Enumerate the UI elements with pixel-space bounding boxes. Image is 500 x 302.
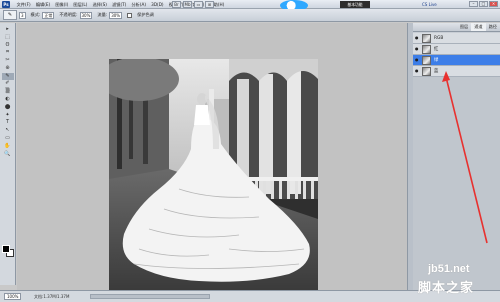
mode-label: 模式: [30,12,41,17]
arrange-documents-icon[interactable]: ⊞ [205,1,214,8]
document-size-info[interactable]: 文档:1.37M/1.37M [34,293,69,300]
channel-row-green[interactable]: ● 绿 [413,55,500,66]
close-button[interactable]: × [489,1,498,7]
horizontal-scrollbar[interactable] [90,294,210,299]
channel-name: 绿 [434,58,439,63]
channel-thumbnail [422,56,431,65]
path-select-tool-icon[interactable]: ↖ [2,127,14,134]
watermark-site-name: 脚本之家 [418,281,475,296]
visibility-eye-icon[interactable]: ● [415,36,419,40]
menu-select[interactable]: 选择(S) [90,0,110,9]
menu-3d[interactable]: 3D(D) [149,0,167,9]
channel-row-red[interactable]: ● 红 [413,44,500,55]
channel-name: 红 [434,47,439,52]
menu-file[interactable]: 文件(F) [14,0,33,9]
eraser-tool-icon[interactable]: ▒ [2,88,14,95]
app-bar-icons: Br Mb ▭ ⊞ [172,1,214,8]
cs-live-button[interactable]: CS Live [422,1,437,8]
workspace-switcher-button[interactable]: 基本功能 [340,1,370,8]
visibility-eye-icon[interactable]: ● [415,47,419,51]
menu-filter[interactable]: 滤镜(T) [109,0,128,9]
tab-layers[interactable]: 图层 [457,23,471,31]
opacity-field[interactable]: 30% [79,11,93,19]
protect-tones-label: 保护色调 [137,12,154,17]
panel-tabs: 图层 通道 路径 [413,23,500,32]
channel-thumbnail [422,34,431,43]
eyedropper-tool-icon[interactable]: ⊕ [2,65,14,72]
lasso-tool-icon[interactable]: ʘ [2,42,14,49]
visibility-eye-icon[interactable]: ● [415,69,419,73]
visibility-eye-icon[interactable]: ● [415,58,419,62]
channel-name: 蓝 [434,69,439,74]
dodge-tool-icon[interactable]: ⬤ [2,104,14,111]
menu-layer[interactable]: 图层(L) [71,0,90,9]
document-canvas-area[interactable] [17,23,407,292]
channel-row-rgb[interactable]: ● RGB [413,33,500,44]
tab-channels[interactable]: 通道 [471,23,486,31]
quick-select-tool-icon[interactable]: ⌗ [2,49,14,56]
flow-field[interactable]: 30% [109,11,123,19]
channel-thumbnail [422,45,431,54]
brush-size-field[interactable]: 3 [19,11,26,19]
document-image-wedding-dress[interactable] [109,59,318,292]
brush-tool-preset-icon[interactable]: ✎ [3,10,17,20]
panel-empty-area [413,77,500,290]
tools-panel: ▸ ⬚ ʘ ⌗ ✂ ⊕ ✎ ✐ ▒ ◐ ⬤ ✦ T ↖ ▭ ✋ 🔍 [0,23,16,285]
zoom-tool-icon[interactable]: 🔍 [2,151,14,158]
watermark-url: jb51.net [428,263,470,275]
window-controls: – □ × [469,1,498,7]
minimize-button[interactable]: – [469,1,478,7]
menu-analysis[interactable]: 分析(A) [129,0,149,9]
menu-image[interactable]: 图像(I) [53,0,71,9]
view-extras-icon[interactable]: ▭ [194,1,203,8]
hand-tool-icon[interactable]: ✋ [2,143,14,150]
minibridge-icon[interactable]: Mb [183,1,192,8]
mode-select[interactable]: 正常 [42,11,55,19]
tab-paths[interactable]: 路径 [486,23,500,31]
maximize-button[interactable]: □ [479,1,488,7]
channel-name: RGB [434,36,444,41]
foreground-color-swatch[interactable] [2,245,10,253]
menu-edit[interactable]: 编辑(E) [33,0,52,9]
pen-tool-icon[interactable]: ✦ [2,112,14,119]
protect-tones-checkbox[interactable] [127,12,133,18]
gradient-tool-icon[interactable]: ◐ [2,96,14,103]
photoshop-window: Ps 文件(F) 编辑(E) 图像(I) 图层(L) 选择(S) 滤镜(T) 分… [0,0,500,302]
move-tool-icon[interactable]: ▸ [2,26,14,33]
app-logo: Ps [2,1,10,8]
menu-bar: Ps 文件(F) 编辑(E) 图像(I) 图层(L) 选择(S) 滤镜(T) 分… [0,0,500,11]
channel-row-blue[interactable]: ● 蓝 [413,66,500,77]
tool-options-bar: ✎ 3 模式: 正常 不透明度: 30% 流量: 30% 保护色调 [0,9,500,22]
zoom-level-field[interactable]: 100% [4,293,22,300]
brush-tool-icon[interactable]: ✎ [1,72,14,81]
channels-panel: 图层 通道 路径 ● RGB ● 红 ● 绿 ● 蓝 [413,23,500,290]
type-tool-icon[interactable]: T [2,119,14,126]
clone-stamp-tool-icon[interactable]: ✐ [2,80,14,87]
marquee-tool-icon[interactable]: ⬚ [2,34,14,41]
crop-tool-icon[interactable]: ✂ [2,57,14,64]
bridge-icon[interactable]: Br [172,1,181,8]
shape-tool-icon[interactable]: ▭ [2,135,14,142]
flow-label: 流量: [97,12,108,17]
channel-thumbnail [422,67,431,76]
opacity-label: 不透明度: [59,12,78,17]
